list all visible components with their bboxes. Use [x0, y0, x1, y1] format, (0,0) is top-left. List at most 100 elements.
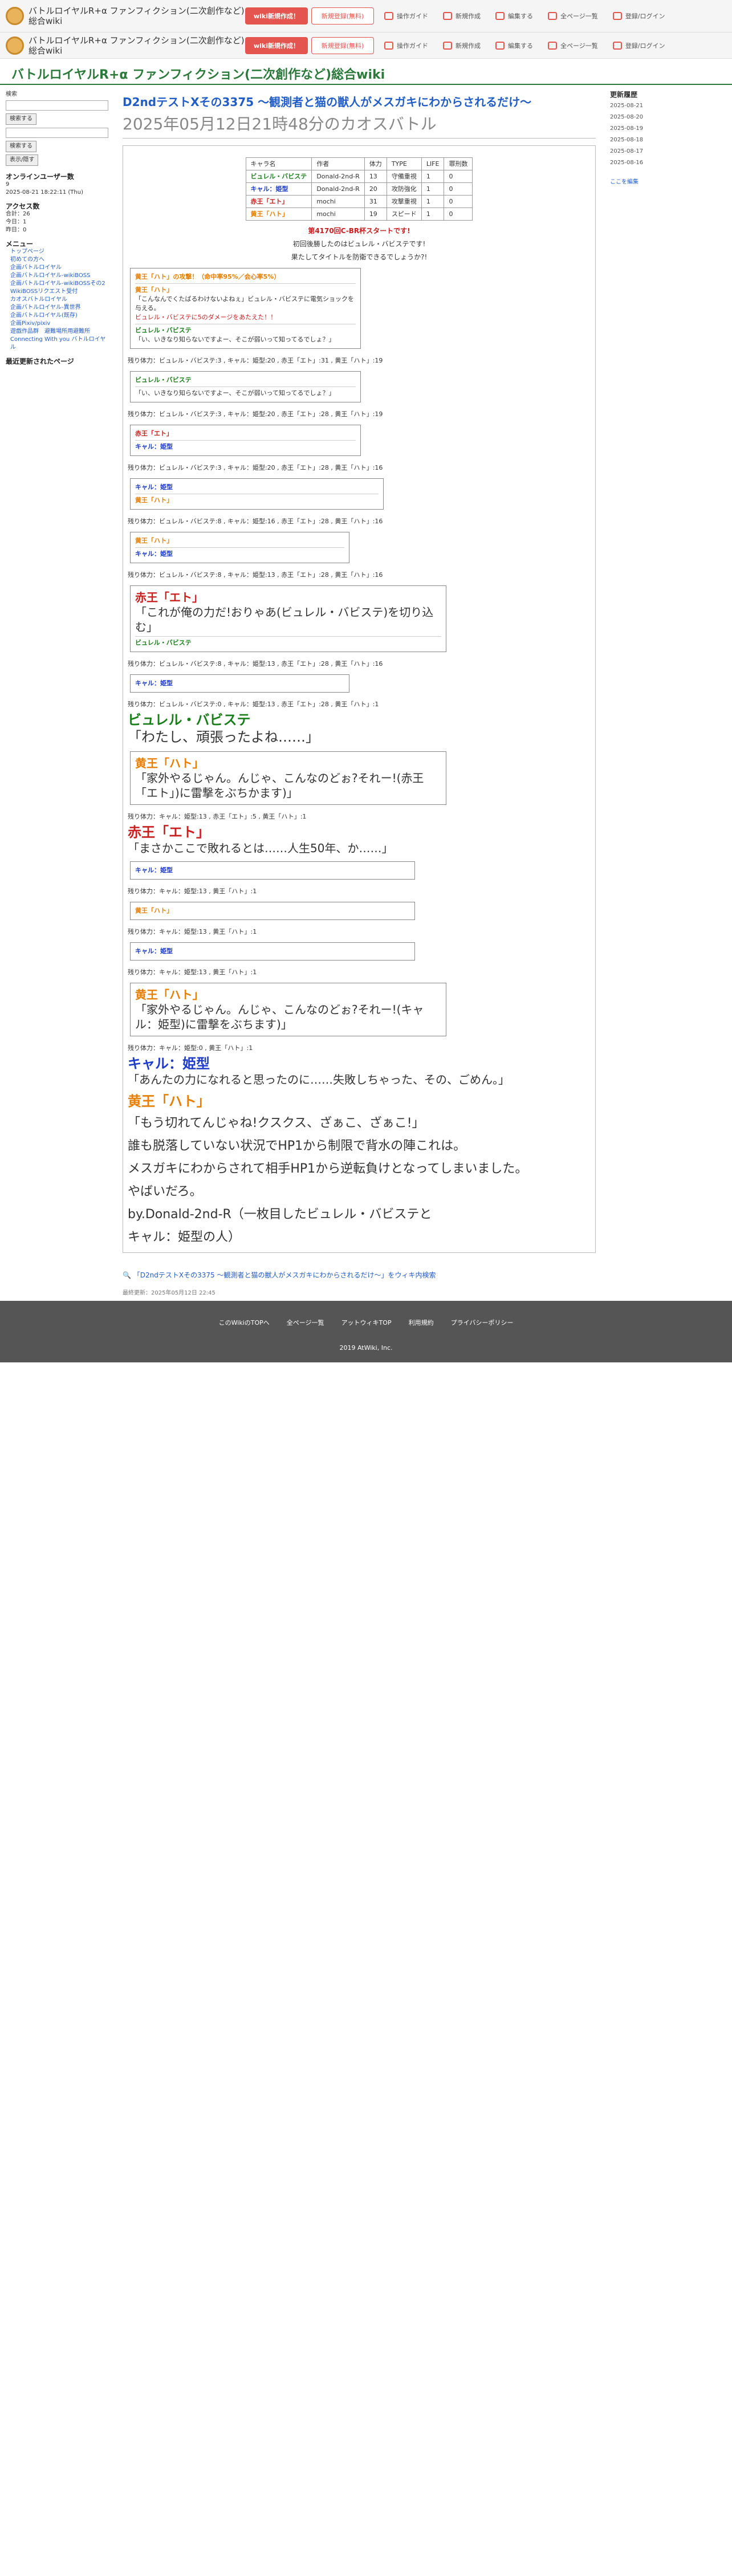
remaining-hp: 残り体力：キャル：姫型:13 , 赤王「エト」:5 , 黄王「ハト」:1: [128, 813, 307, 820]
table-row: 赤王「エト」 mochi 31 攻撃重視 1 0: [245, 195, 473, 208]
search-button-2[interactable]: 検索する: [6, 141, 36, 152]
main-content: D2ndテストXその3375 〜観測者と猫の獣人がメスガキにわからされるだけ〜 …: [114, 85, 604, 1301]
page-subtitle: 2025年05月12日21時48分のカオスバトル: [123, 112, 596, 139]
defeat-quote: 「まさかここで敗れるとは……人生50年、か……」: [128, 841, 393, 855]
remaining-hp: 残り体力：キャル：姫型:13 , 黄王「ハト」:1: [128, 928, 257, 935]
menu-item[interactable]: WikiBOSSリクエスト受付: [6, 288, 108, 296]
winner-name: 黄王「ハト」: [128, 1093, 210, 1109]
nav-login-2[interactable]: 登録/ログイン: [612, 41, 665, 50]
wiki-logo[interactable]: [6, 7, 24, 25]
menu-item[interactable]: 企画バトルロイヤル-wikiBOSSその2: [6, 280, 108, 288]
table-cell: 黄王「ハト」: [245, 207, 312, 221]
finale-line: メスガキにわからされて相手HP1から逆転負けとなってしまいました。: [128, 1162, 528, 1176]
dialogue: 「家外やるじゃん。んじゃ、こんなのどぉ?それー!(赤王「エト」)に雷撃をぶちかま…: [135, 771, 424, 800]
table-cell: 攻防強化: [386, 182, 422, 196]
speaker: 赤王「エト」: [135, 430, 173, 437]
table-cell: Donald-2nd-R: [311, 170, 365, 183]
wiki-title[interactable]: バトルロイヤルR+α ファンフィクション(二次創作など)総合wiki: [11, 68, 385, 82]
new-wiki-button-2[interactable]: wiki新規作成！: [245, 36, 308, 54]
site-name[interactable]: バトルロイヤルR+α ファンフィクション(二次創作など)総合wiki: [29, 6, 245, 26]
nav-edit[interactable]: 編集する: [495, 11, 533, 21]
table-cell: 赤王「エト」: [245, 195, 312, 208]
edit-link[interactable]: ここを編集: [610, 179, 639, 185]
toggle-button[interactable]: 表示/隠す: [6, 154, 39, 166]
nav-edit-2[interactable]: 編集する: [495, 41, 533, 50]
table-cell: 13: [364, 170, 387, 183]
menu-item[interactable]: Connecting With you バトルロイヤル: [6, 336, 108, 352]
footer-link[interactable]: このWikiのTOPへ: [219, 1318, 270, 1327]
site-name-2[interactable]: バトルロイヤルR+α ファンフィクション(二次創作など)総合wiki: [29, 35, 245, 56]
new-wiki-button[interactable]: wiki新規作成！: [245, 7, 308, 25]
menu-item[interactable]: 初めての方へ: [6, 256, 108, 264]
footer-link[interactable]: アットウィキTOP: [341, 1318, 392, 1327]
pencil-icon: [495, 12, 505, 20]
menu-item[interactable]: トップページ: [6, 248, 108, 256]
nav-login[interactable]: 登録/ログイン: [612, 11, 665, 21]
speaker: 黄王「ハト」: [135, 537, 173, 544]
search-input[interactable]: [6, 100, 108, 111]
remaining-hp: 残り体力：キャル：姫型:0 , 黄王「ハト」:1: [128, 1044, 253, 1052]
nav-guide[interactable]: 操作ガイド: [384, 11, 428, 21]
intro-line: 初回後勝したのはビュレル・バビステです!: [292, 240, 426, 248]
access-today: 今日：1: [6, 219, 27, 225]
table-cell: 守備重視: [386, 170, 422, 183]
menu-item[interactable]: 企画Pixiv/pixiv: [6, 320, 108, 328]
nav-guide-2[interactable]: 操作ガイド: [384, 41, 428, 50]
history-date: 2025-08-19: [610, 125, 644, 132]
attack-line: 黄王「ハト」の攻撃！（命中率95%／会心率5%）: [135, 273, 280, 280]
table-cell: 0: [444, 182, 473, 196]
battle-log-box: 赤王「エト」 キャル：姫型: [130, 425, 361, 456]
table-cell: 1: [421, 170, 445, 183]
footer-link[interactable]: プライバシーポリシー: [451, 1318, 514, 1327]
toolbar-nav: 操作ガイド 新規作成 編集する 全ページ一覧 登録/ログイン: [384, 11, 680, 21]
intro-line: 果たしてタイトルを防衛できるでしょうか?!: [291, 253, 428, 261]
battle-log-box: 黄王「ハト」の攻撃！（命中率95%／会心率5%） 黄王「ハト」 「こんなんでくたば…: [130, 268, 361, 349]
menu-item[interactable]: 企画バトルロイヤル-wikiBOSS: [6, 272, 108, 280]
speaker: キャル：姫型: [135, 866, 173, 874]
footer-link[interactable]: 全ページ一覧: [287, 1318, 324, 1327]
plus-icon: [443, 41, 452, 50]
toolbar-nav-2: 操作ガイド 新規作成 編集する 全ページ一覧 登録/ログイン: [384, 41, 680, 50]
plus-icon: [443, 12, 452, 20]
table-cell: mochi: [311, 207, 365, 221]
nav-create[interactable]: 新規作成: [443, 11, 481, 21]
defeated-name: キャル：姫型: [128, 1056, 210, 1072]
wiki-search-link[interactable]: 🔍 「D2ndテストXその3375 〜観測者と猫の獣人がメスガキにわからされるだ…: [123, 1270, 596, 1280]
footer-link[interactable]: 利用規約: [409, 1318, 434, 1327]
menu-item[interactable]: カオスバトルロイヤル: [6, 296, 108, 304]
table-cell: 20: [364, 182, 387, 196]
remaining-hp: 残り体力：ビュレル・バビステ:0 , キャル：姫型:13 , 赤王「エト」:28…: [128, 701, 379, 708]
register-button-2[interactable]: 新規登録(無料): [311, 36, 374, 54]
status-table: キャラ名 作者 体力 TYPE LIFE 罪刑数 ビュレル・バビステ Donald-2nd-…: [245, 157, 473, 221]
table-cell: 1: [421, 195, 445, 208]
menu-item[interactable]: 企画バトルロイヤル-異世界: [6, 304, 108, 312]
menu-item[interactable]: 企画バトルロイヤル: [6, 264, 108, 272]
nav-create-2[interactable]: 新規作成: [443, 41, 481, 50]
nav-pages-2[interactable]: 全ページ一覧: [548, 41, 598, 50]
search-button[interactable]: 検索する: [6, 113, 36, 125]
battle-log-box: 黄王「ハト」 「家外やるじゃん。んじゃ、こんなのどぉ?それー!(赤王「エト」)に雷…: [130, 751, 446, 805]
speaker: ビュレル・バビステ: [135, 639, 192, 646]
wiki-logo-2[interactable]: [6, 36, 24, 55]
finale-line: 誰も脱落していない状況でHP1から制限で背水の陣これは。: [128, 1139, 466, 1153]
top-toolbar: バトルロイヤルR+α ファンフィクション(二次創作など)総合wiki wiki新…: [0, 0, 732, 32]
defeat-quote: 「わたし、頑張ったよね……」: [128, 729, 319, 745]
search-input-2[interactable]: [6, 128, 108, 138]
speaker: キャル：姫型: [135, 443, 173, 450]
register-button[interactable]: 新規登録(無料): [311, 7, 374, 25]
table-header: LIFE: [421, 157, 445, 170]
page-title: D2ndテストXその3375 〜観測者と猫の獣人がメスガキにわからされるだけ〜: [123, 95, 532, 109]
nav-pages[interactable]: 全ページ一覧: [548, 11, 598, 21]
online-heading: オンラインユーザー数: [6, 173, 74, 181]
dialogue: 「家外やるじゃん。んじゃ、こんなのどぉ?それー!(キャル：姫型)に雷撃をぶちます…: [135, 1003, 424, 1031]
recent-heading: 最近更新されたページ: [6, 357, 74, 365]
top-toolbar-2: バトルロイヤルR+α ファンフィクション(二次創作など)総合wiki wiki新…: [0, 32, 732, 59]
remaining-hp: 残り体力：ビュレル・バビステ:8 , キャル：姫型:13 , 赤王「エト」:28…: [128, 571, 383, 579]
menu-item[interactable]: 企画バトルロイヤル(既存): [6, 312, 108, 320]
table-cell: 31: [364, 195, 387, 208]
search-icon: 🔍: [123, 1271, 131, 1279]
menu-item[interactable]: 遊戯作品群 避難場所用避難所: [6, 328, 108, 336]
table-cell: 攻撃重視: [386, 195, 422, 208]
access-total: 合計：26: [6, 211, 30, 217]
table-cell: 1: [421, 182, 445, 196]
